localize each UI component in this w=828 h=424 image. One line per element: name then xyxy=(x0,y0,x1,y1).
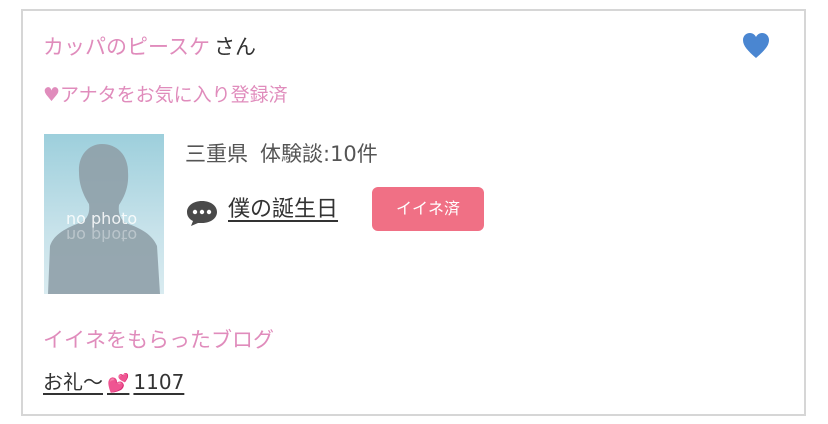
user-name-row: カッパのピースケ さん xyxy=(43,31,256,63)
user-name[interactable]: カッパのピースケ xyxy=(43,35,210,59)
entry-title-link[interactable]: 僕の誕生日 xyxy=(228,195,338,225)
speech-bubble-icon xyxy=(187,201,217,226)
profile-meta: 三重県 体験談:10件 xyxy=(185,139,378,169)
honorific: さん xyxy=(213,35,256,59)
heart-icon[interactable] xyxy=(742,31,770,61)
no-photo-reflection: no photo xyxy=(66,226,138,245)
two-hearts-icon: 💕 xyxy=(107,373,130,394)
liked-blogs-heading: イイネをもらったブログ xyxy=(43,328,274,352)
liked-blog-link[interactable]: お礼～ 💕 1107 xyxy=(43,367,184,399)
user-card: カッパのピースケ さん ♥アナタをお気に入り登録済 no photo no pho… xyxy=(21,9,806,416)
blog-link-text: お礼～ xyxy=(43,370,103,394)
iine-button[interactable]: イイネ済 xyxy=(372,187,484,231)
experience-count: 体験談:10件 xyxy=(260,142,378,166)
favorite-status: ♥アナタをお気に入り登録済 xyxy=(43,84,288,106)
prefecture: 三重県 xyxy=(185,142,248,166)
profile-photo[interactable]: no photo no photo xyxy=(44,134,164,294)
blog-link-number: 1107 xyxy=(133,370,185,394)
